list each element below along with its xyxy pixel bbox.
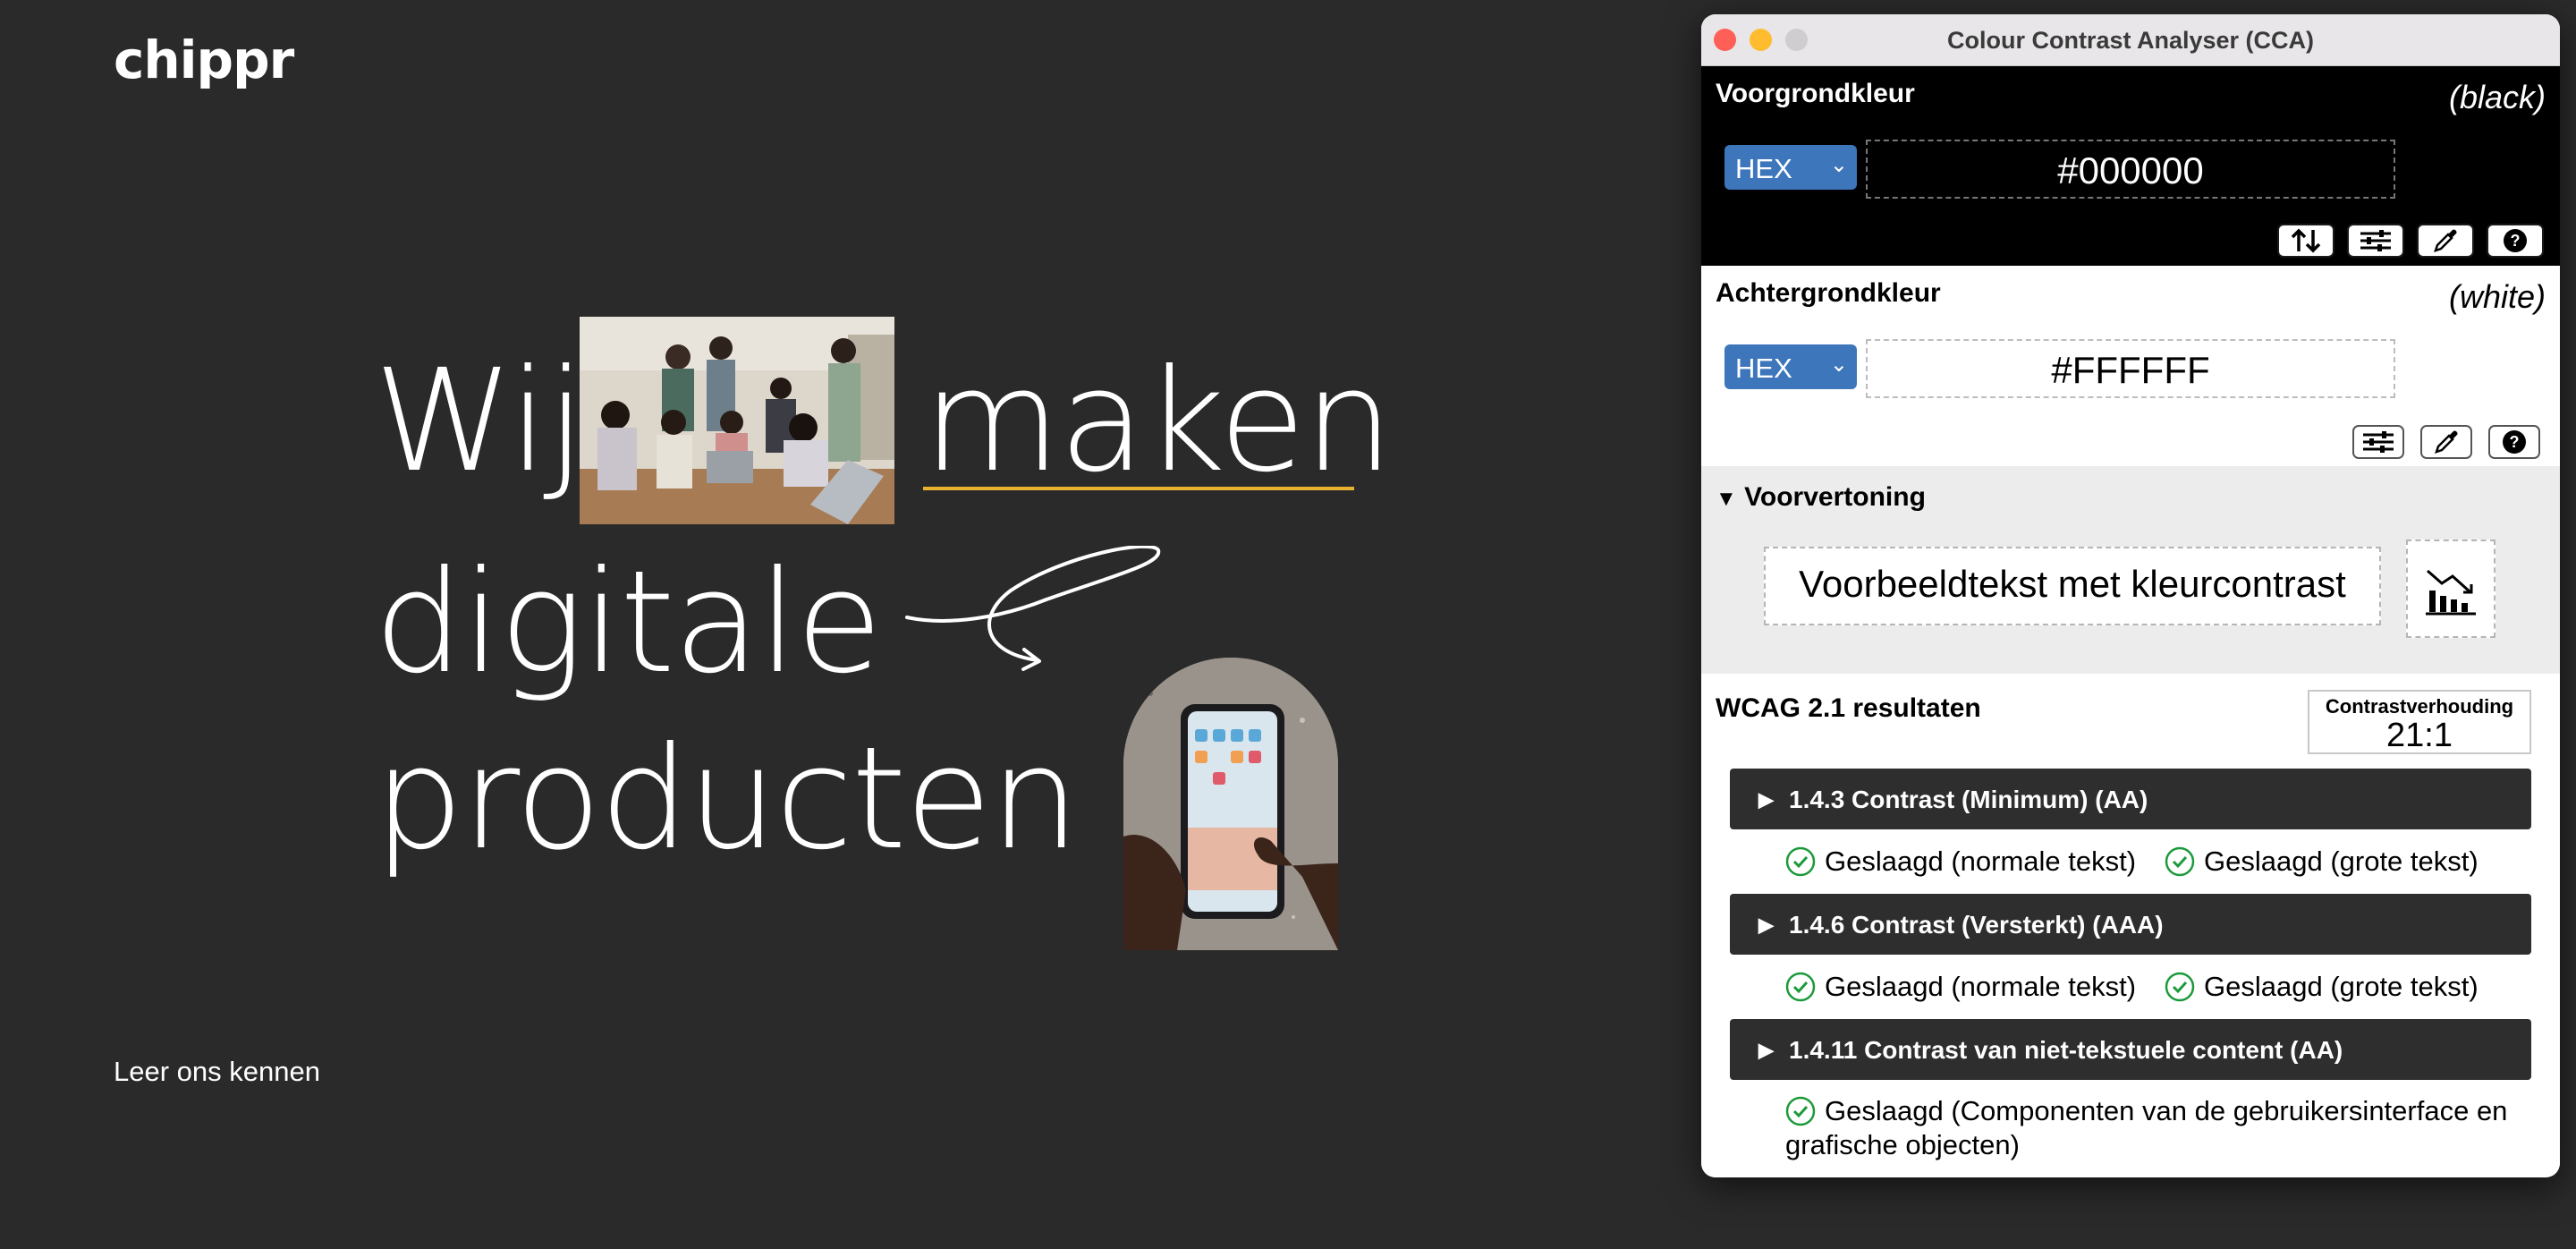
foreground-eyedropper-button[interactable] (2417, 224, 2474, 258)
preview-panel: ▼ Voorvertoning Voorbeeldtekst met kleur… (1701, 466, 2560, 674)
check-circle-icon (1785, 846, 1816, 877)
check-circle-icon (1785, 972, 1816, 1002)
criterion-label: 1.4.6 Contrast (Versterkt) (AAA) (1789, 911, 2164, 939)
background-help-button[interactable]: ? (2488, 425, 2540, 459)
foreground-hex-input[interactable]: #000000 (1866, 140, 2395, 199)
swap-icon (2291, 228, 2321, 253)
disclosure-triangle-icon: ▼ (1716, 487, 1737, 511)
pass-non-text-content: Geslaagd (Componenten van de gebruikersi… (1785, 1095, 2508, 1160)
pass-result: Geslaagd (grote tekst) (2165, 971, 2479, 1003)
background-color-name: (white) (2448, 278, 2546, 315)
check-circle-icon (2165, 846, 2195, 877)
pass-normal-text: Geslaagd (normale tekst) (1825, 971, 2137, 1002)
preview-label: Voorvertoning (1744, 482, 1926, 512)
foreground-format-select[interactable]: HEX ⌄ (1724, 145, 1857, 190)
swap-colors-button[interactable] (2277, 224, 2334, 258)
background-format-select[interactable]: HEX ⌄ (1724, 344, 1857, 389)
preview-sample-text: Voorbeeldtekst met kleurcontrast (1764, 547, 2381, 625)
background-eyedropper-button[interactable] (2420, 425, 2472, 459)
criterion-1-4-3[interactable]: ▶ 1.4.3 Contrast (Minimum) (AA) (1730, 769, 2531, 829)
sliders-icon (2360, 230, 2391, 251)
eyedropper-icon (2434, 229, 2457, 252)
window-title: Colour Contrast Analyser (CCA) (1946, 27, 2315, 54)
foreground-label: Voorgrondkleur (1716, 79, 1915, 108)
hero-word-producten: producten (374, 717, 1080, 881)
svg-text:?: ? (2511, 232, 2521, 250)
background-hex-input[interactable]: #FFFFFF (1866, 339, 2395, 398)
foreground-sliders-button[interactable] (2347, 224, 2404, 258)
criterion-label: 1.4.11 Contrast van niet-tekstuele conte… (1789, 1036, 2343, 1064)
phone-photo (1123, 658, 1338, 950)
background-sliders-button[interactable] (2352, 425, 2404, 459)
sliders-icon (2363, 431, 2394, 453)
foreground-color-name: (black) (2448, 79, 2546, 115)
leer-ons-kennen-link[interactable]: Leer ons kennen (114, 1056, 320, 1088)
scribble-arrow-icon (905, 546, 1161, 671)
contrast-ratio-label: Contrastverhouding (2325, 695, 2514, 718)
criterion-label: 1.4.3 Contrast (Minimum) (AA) (1789, 786, 2148, 813)
criterion-1-4-11[interactable]: ▶ 1.4.11 Contrast van niet-tekstuele con… (1730, 1019, 2531, 1080)
preview-toggle[interactable]: ▼ Voorvertoning (1716, 482, 1926, 513)
svg-text:?: ? (2510, 433, 2520, 451)
pass-normal-text: Geslaagd (normale tekst) (1825, 845, 2137, 877)
contrast-chart-button[interactable] (2406, 540, 2496, 638)
criterion-1-4-6[interactable]: ▶ 1.4.6 Contrast (Versterkt) (AAA) (1730, 894, 2531, 955)
pass-large-text: Geslaagd (grote tekst) (2204, 845, 2479, 877)
hero-word-digitale: digitale (374, 540, 883, 705)
pass-result: Geslaagd (normale tekst) (1785, 845, 2136, 878)
contrast-ratio-box: Contrastverhouding 21:1 (2308, 690, 2531, 754)
help-icon: ? (2503, 430, 2526, 454)
check-circle-icon (2165, 972, 2195, 1002)
hero-word-maken: maken (923, 339, 1394, 504)
help-icon: ? (2504, 229, 2527, 252)
chippr-logo[interactable]: chippr (114, 34, 294, 86)
eyedropper-icon (2435, 430, 2458, 454)
pass-result: Geslaagd (grote tekst) (2165, 845, 2479, 878)
background-format-value: HEX (1735, 353, 1792, 384)
chevron-down-icon: ⌄ (1829, 353, 1848, 377)
disclosure-triangle-icon: ▶ (1758, 1039, 1774, 1061)
foreground-panel: Voorgrondkleur (black) HEX ⌄ #000000 ? (1701, 66, 2560, 266)
window-titlebar[interactable]: Colour Contrast Analyser (CCA) (1701, 14, 2560, 66)
cca-window: Colour Contrast Analyser (CCA) Voorgrond… (1701, 14, 2560, 1177)
foreground-help-button[interactable]: ? (2487, 224, 2544, 258)
hero-word-wij: Wij (374, 339, 586, 504)
pass-result: Geslaagd (normale tekst) (1785, 971, 2136, 1003)
team-photo (580, 317, 894, 524)
wcag-results-panel: WCAG 2.1 resultaten Contrastverhouding 2… (1701, 674, 2560, 1177)
contrast-ratio-value: 21:1 (2386, 717, 2453, 754)
disclosure-triangle-icon: ▶ (1758, 913, 1774, 936)
chart-icon (2426, 569, 2476, 616)
background-panel: Achtergrondkleur (white) HEX ⌄ #FFFFFF ? (1701, 266, 2560, 466)
results-title: WCAG 2.1 resultaten (1716, 693, 1981, 723)
disclosure-triangle-icon: ▶ (1758, 788, 1774, 811)
background-label: Achtergrondkleur (1716, 278, 1941, 308)
maken-underline (923, 487, 1354, 490)
pass-large-text: Geslaagd (grote tekst) (2204, 971, 2479, 1002)
chevron-down-icon: ⌄ (1829, 153, 1848, 177)
foreground-format-value: HEX (1735, 153, 1792, 184)
